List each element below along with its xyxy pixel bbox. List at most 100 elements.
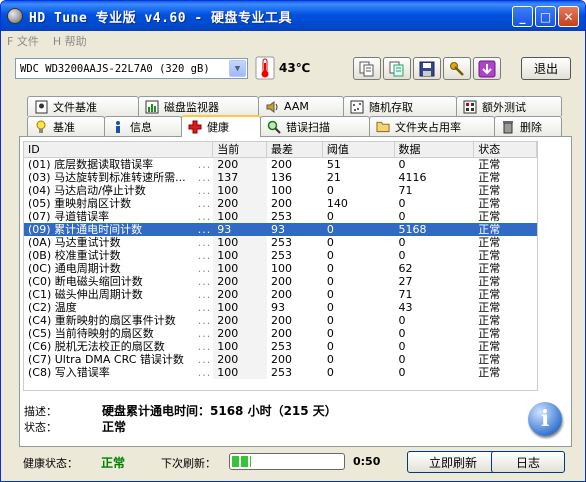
tab-info[interactable]: 信息 xyxy=(104,116,182,136)
log-button[interactable]: 日志 xyxy=(491,451,565,473)
refresh-now-label: 立即刷新 xyxy=(428,455,477,470)
tab-random-access-label: 随机存取 xyxy=(369,100,413,114)
table-row[interactable]: (0A) 马达重试计数... 100 253 0 0 正常 xyxy=(24,236,537,249)
table-row[interactable]: (C0) 断电磁头缩回计数... 200 200 0 27 正常 xyxy=(24,275,537,288)
cell-threshold: 0 xyxy=(326,223,334,236)
tab-random-access[interactable]: 随机存取 xyxy=(343,96,457,116)
chevron-down-icon[interactable]: ▼ xyxy=(229,60,246,77)
toolbar: WDC WD3200AAJS-22L7A0 (320 gB) ▼ 43℃ 退出 xyxy=(9,55,579,85)
state-value: 正常 xyxy=(102,420,127,434)
cell-data: 0 xyxy=(398,197,406,210)
copy-text-button[interactable] xyxy=(353,57,381,80)
menu-help[interactable]: H 帮助 xyxy=(53,33,87,49)
table-row[interactable]: (C5) 当前待映射的扇区数... 200 200 0 0 正常 xyxy=(24,327,537,340)
table-row[interactable]: (04) 马达启动/停止计数... 100 100 0 71 正常 xyxy=(24,184,537,197)
menu-file[interactable]: F 文件 xyxy=(7,33,39,49)
close-button[interactable]: ✕ xyxy=(558,6,579,27)
cell-id: (C2) 温度 xyxy=(28,301,77,314)
table-row[interactable]: (07) 寻道错误率... 100 253 0 0 正常 xyxy=(24,210,537,223)
table-row[interactable]: (C6) 脱机无法校正的扇区数... 100 253 0 0 正常 xyxy=(24,340,537,353)
cell-threshold: 0 xyxy=(326,314,334,327)
title-bar[interactable]: HD Tune 专业版 v4.60 - 硬盘专业工具 _ □ ✕ xyxy=(1,1,585,31)
tab-extra-tests-label: 额外测试 xyxy=(482,100,526,114)
table-row[interactable]: (0C) 通电周期计数... 100 100 0 62 正常 xyxy=(24,262,537,275)
tab-extra-tests[interactable]: 额外测试 xyxy=(456,96,562,116)
drive-select[interactable]: WDC WD3200AAJS-22L7A0 (320 gB) ▼ xyxy=(15,58,248,79)
copy-all-button[interactable] xyxy=(383,57,411,80)
cell-id-wrap: (C8) 写入错误率... xyxy=(24,366,213,379)
cell-id-wrap: (01) 底层数据读取错误率... xyxy=(24,158,213,171)
cell-status: 正常 xyxy=(478,158,501,171)
cell-worst: 100 xyxy=(271,262,293,275)
cell-status: 正常 xyxy=(478,288,501,301)
status-bar: 健康状态： 正常 下次刷新： 0:50 立即刷新 日志 xyxy=(1,449,585,477)
col-header-data[interactable]: 数据 xyxy=(395,142,475,157)
col-header-status[interactable]: 状态 xyxy=(474,142,537,157)
tab-benchmark[interactable]: 基准 xyxy=(27,116,105,136)
cell-id: (C0) 断电磁头缩回计数 xyxy=(28,275,143,288)
table-row[interactable]: (C8) 写入错误率... 100 253 0 0 正常 xyxy=(24,366,537,379)
cell-current: 100 xyxy=(213,210,268,223)
tab-error-scan-label: 错误扫描 xyxy=(286,120,330,134)
exit-button[interactable]: 退出 xyxy=(521,57,571,80)
cell-worst: 200 xyxy=(271,314,293,327)
save-button[interactable] xyxy=(413,57,441,80)
cell-leader-dots: ... xyxy=(197,158,212,171)
cell-worst: 253 xyxy=(271,236,293,249)
screenshot-button[interactable] xyxy=(473,57,501,80)
cell-data: 0 xyxy=(398,340,406,353)
tab-row-top: 文件基准 磁盘监视器 AAM 随机存取 额外测试 xyxy=(27,96,562,116)
refresh-now-button[interactable]: 立即刷新 xyxy=(407,451,499,473)
table-row[interactable]: (03) 马达旋转到标准转速所需...... 137 136 21 4116 正常 xyxy=(24,171,537,184)
cell-data: 5168 xyxy=(398,223,427,236)
cell-data: 27 xyxy=(398,275,413,288)
smart-table[interactable]: ID 当前 最差 阈值 数据 状态 (01) 底层数据读取错误率... 200 20… xyxy=(23,141,538,391)
tab-disk-monitor[interactable]: 磁盘监视器 xyxy=(138,96,259,116)
table-row[interactable]: (01) 底层数据读取错误率... 200 200 51 0 正常 xyxy=(24,158,537,171)
col-header-threshold[interactable]: 阈值 xyxy=(323,142,395,157)
table-row[interactable]: (C7) Ultra DMA CRC 错误计数... 200 200 0 0 正常 xyxy=(24,353,537,366)
table-row[interactable]: (0B) 校准重试计数... 100 253 0 0 正常 xyxy=(24,249,537,262)
cell-leader-dots: ... xyxy=(197,327,212,340)
window-controls: _ □ ✕ xyxy=(512,6,579,27)
col-header-id[interactable]: ID xyxy=(24,142,214,157)
cell-threshold: 0 xyxy=(326,210,334,223)
tab-aam[interactable]: AAM xyxy=(258,96,344,116)
floppy-disk-icon xyxy=(419,61,435,76)
col-header-worst[interactable]: 最差 xyxy=(267,142,323,157)
tab-erase[interactable]: 删除 xyxy=(494,116,562,136)
cell-threshold: 0 xyxy=(326,301,334,314)
cell-data: 0 xyxy=(398,210,406,223)
cell-status: 正常 xyxy=(478,366,501,379)
thermometer-icon xyxy=(255,56,275,80)
tab-error-scan[interactable]: 错误扫描 xyxy=(260,116,370,136)
tab-file-benchmark[interactable]: 文件基准 xyxy=(27,96,139,116)
tab-folder-usage[interactable]: 文件夹占用率 xyxy=(369,116,495,136)
cell-leader-dots: ... xyxy=(197,353,212,366)
drive-select-value: WDC WD3200AAJS-22L7A0 (320 gB) xyxy=(20,62,210,75)
minimize-button[interactable]: _ xyxy=(512,6,533,27)
app-window: HD Tune 专业版 v4.60 - 硬盘专业工具 _ □ ✕ F 文件 H … xyxy=(0,0,586,482)
tab-row-bottom: 基准 信息 健康 错误扫描 文件夹占用率 删除 xyxy=(27,115,562,137)
table-row[interactable]: (C4) 重新映射的扇区事件计数... 200 200 0 0 正常 xyxy=(24,314,537,327)
cell-id: (03) 马达旋转到标准转速所需... xyxy=(28,171,186,184)
options-button[interactable] xyxy=(443,57,471,80)
cell-current: 200 xyxy=(213,288,268,301)
table-row[interactable]: (09) 累计通电时间计数... 93 93 0 5168 正常 xyxy=(24,223,537,236)
wrench-icon xyxy=(450,61,464,76)
cell-worst: 200 xyxy=(271,288,293,301)
cell-worst: 253 xyxy=(271,366,293,379)
cell-id: (C7) Ultra DMA CRC 错误计数 xyxy=(28,353,184,366)
cell-status: 正常 xyxy=(478,210,501,223)
table-row[interactable]: (C2) 温度... 100 93 0 43 正常 xyxy=(24,301,537,314)
col-header-current[interactable]: 当前 xyxy=(213,142,268,157)
maximize-button[interactable]: □ xyxy=(535,6,556,27)
cell-data: 0 xyxy=(398,249,406,262)
cell-current: 100 xyxy=(213,366,268,379)
help-info-icon[interactable]: i xyxy=(528,402,562,436)
cell-worst: 200 xyxy=(271,197,293,210)
table-row[interactable]: (05) 重映射扇区计数... 200 200 140 0 正常 xyxy=(24,197,537,210)
tab-health[interactable]: 健康 xyxy=(181,115,261,137)
cell-leader-dots: ... xyxy=(197,197,212,210)
table-row[interactable]: (C1) 磁头伸出周期计数... 200 200 0 71 正常 xyxy=(24,288,537,301)
